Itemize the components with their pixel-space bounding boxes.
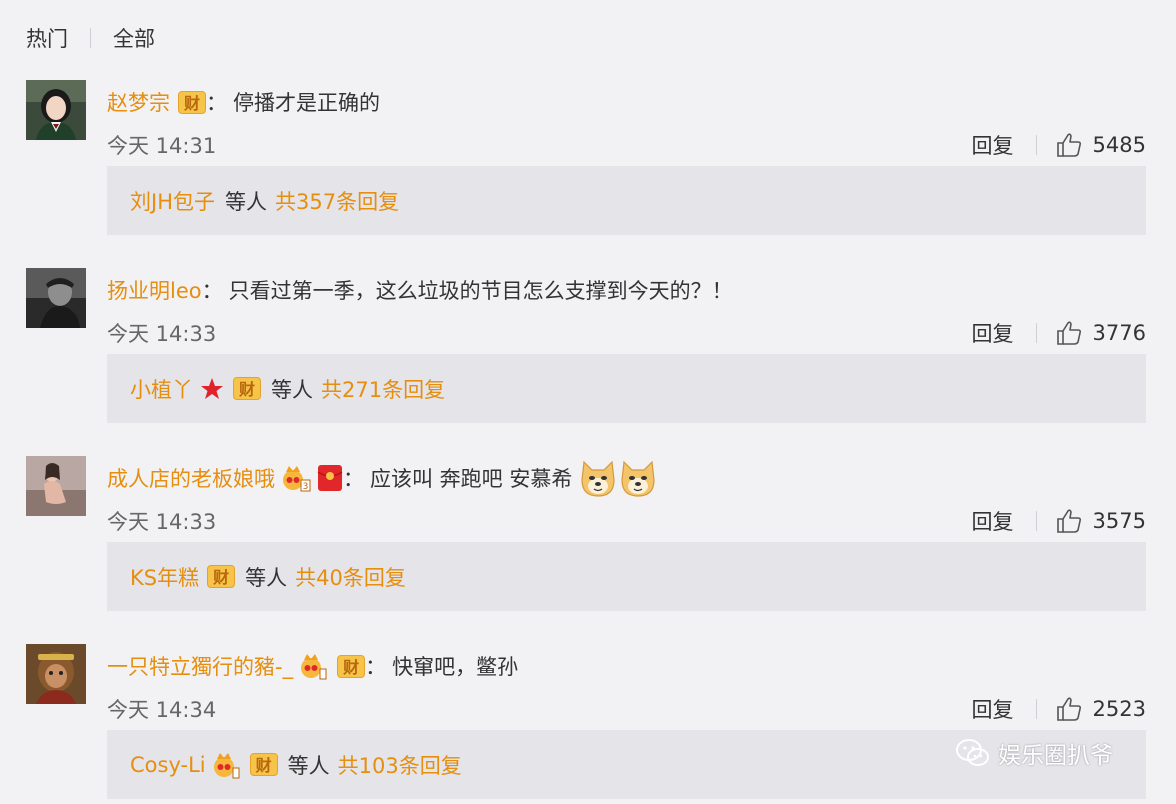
action-divider — [1035, 699, 1037, 719]
cai-badge-icon[interactable]: 财 — [178, 90, 206, 114]
cai-badge-icon[interactable]: 财 — [207, 565, 236, 588]
tab-bar: 热门 全部 — [26, 22, 155, 54]
comment-text: 停播才是正确的 — [233, 91, 380, 115]
avatar[interactable] — [26, 456, 86, 516]
comment-actions: 回复 2523 — [972, 694, 1146, 724]
replies-summary[interactable]: KS年糕 财 等人 共40条回复 — [107, 542, 1146, 611]
red-star-icon — [201, 377, 223, 399]
avatar[interactable] — [26, 80, 86, 140]
thumbs-up-icon[interactable] — [1055, 131, 1083, 159]
colon: ： — [201, 279, 223, 303]
avatar[interactable] — [26, 644, 86, 704]
reply-deng: 等人 — [271, 377, 313, 402]
red-envelope-icon — [317, 465, 343, 491]
like-count: 3776 — [1092, 321, 1146, 345]
reply-deng: 等人 — [224, 189, 267, 214]
thumbs-up-icon[interactable] — [1055, 507, 1083, 535]
comment-line: 成人店的老板娘哦 3 ： 应该叫 奔跑吧 安慕希 — [107, 460, 658, 497]
reply-deng: 等人 — [245, 565, 288, 590]
comment-time: 今天 14:34 — [107, 698, 217, 722]
reply-button[interactable]: 回复 — [972, 130, 1014, 160]
watermark: 娱乐圈扒爷 — [956, 733, 1113, 773]
username-link[interactable]: 赵梦宗 — [107, 87, 170, 117]
username-link[interactable]: 一只特立獨行的豬-_ — [107, 651, 293, 681]
reply-username-link[interactable]: Cosy-Li — [130, 753, 206, 777]
tab-all[interactable]: 全部 — [113, 23, 155, 53]
comment-line: 一只特立獨行的豬-_ 财 ： 快窜吧，鳖孙 — [107, 648, 518, 684]
reply-button[interactable]: 回复 — [972, 694, 1014, 724]
comment-actions: 回复 3776 — [972, 318, 1146, 348]
like-count: 3575 — [1092, 509, 1146, 533]
colon: ： — [343, 467, 364, 491]
like-count: 5485 — [1092, 133, 1146, 157]
reply-username-link[interactable]: KS年糕 — [130, 562, 199, 592]
comment-text: 只看过第一季，这么垃圾的节目怎么支撑到今天的？！ — [228, 279, 733, 303]
action-divider — [1035, 323, 1037, 343]
cai-badge-icon[interactable]: 财 — [337, 654, 366, 678]
crown-level-icon — [301, 654, 327, 680]
username-link[interactable]: 扬业明leo — [107, 275, 202, 305]
tab-hot[interactable]: 热门 — [26, 23, 68, 53]
comment-line: 赵梦宗 财 ： 停播才是正确的 — [107, 84, 380, 120]
reply-count-link[interactable]: 共103条回复 — [338, 750, 462, 780]
comment-time: 今天 14:33 — [107, 322, 217, 346]
reply-count-link[interactable]: 共271条回复 — [321, 374, 445, 404]
replies-summary[interactable]: 刘JH包子 等人 共357条回复 — [107, 166, 1146, 235]
comment-line: 扬业明leo ： 只看过第一季，这么垃圾的节目怎么支撑到今天的？！ — [107, 272, 733, 308]
doge-emoji-icon — [621, 460, 655, 497]
colon: ： — [365, 655, 387, 679]
comment-actions: 回复 5485 — [972, 130, 1146, 160]
crown-level-icon: 3 — [283, 466, 311, 492]
cai-badge-icon[interactable]: 财 — [233, 377, 261, 400]
replies-summary[interactable]: 小植丫 财 等人 共271条回复 — [107, 354, 1146, 423]
comment-actions: 回复 3575 — [972, 506, 1146, 536]
action-divider — [1035, 135, 1037, 155]
avatar[interactable] — [26, 268, 86, 328]
reply-count-link[interactable]: 共357条回复 — [275, 186, 399, 216]
username-link[interactable]: 成人店的老板娘哦 — [107, 463, 275, 493]
comment-text: 快窜吧，鳖孙 — [392, 655, 519, 679]
svg-text:3: 3 — [303, 482, 309, 492]
cai-badge-icon[interactable]: 财 — [249, 753, 278, 776]
thumbs-up-icon[interactable] — [1055, 319, 1083, 347]
tab-divider — [90, 28, 91, 48]
reply-deng: 等人 — [287, 753, 330, 778]
doge-emoji-icon — [581, 460, 615, 497]
colon: ： — [206, 91, 227, 115]
reply-button[interactable]: 回复 — [972, 318, 1014, 348]
thumbs-up-icon[interactable] — [1055, 695, 1083, 723]
crown-level-icon — [213, 752, 240, 778]
reply-username-link[interactable]: 小植丫 — [130, 374, 193, 404]
reply-count-link[interactable]: 共40条回复 — [295, 562, 406, 592]
reply-username-link[interactable]: 刘JH包子 — [130, 186, 215, 216]
comment-text: 应该叫 奔跑吧 安慕希 — [370, 467, 573, 491]
watermark-text: 娱乐圈扒爷 — [998, 743, 1113, 769]
like-count: 2523 — [1092, 697, 1146, 721]
comment-time: 今天 14:31 — [107, 134, 217, 158]
reply-button[interactable]: 回复 — [972, 506, 1014, 536]
action-divider — [1035, 511, 1037, 531]
wechat-icon — [956, 739, 989, 766]
comment-time: 今天 14:33 — [107, 510, 217, 534]
